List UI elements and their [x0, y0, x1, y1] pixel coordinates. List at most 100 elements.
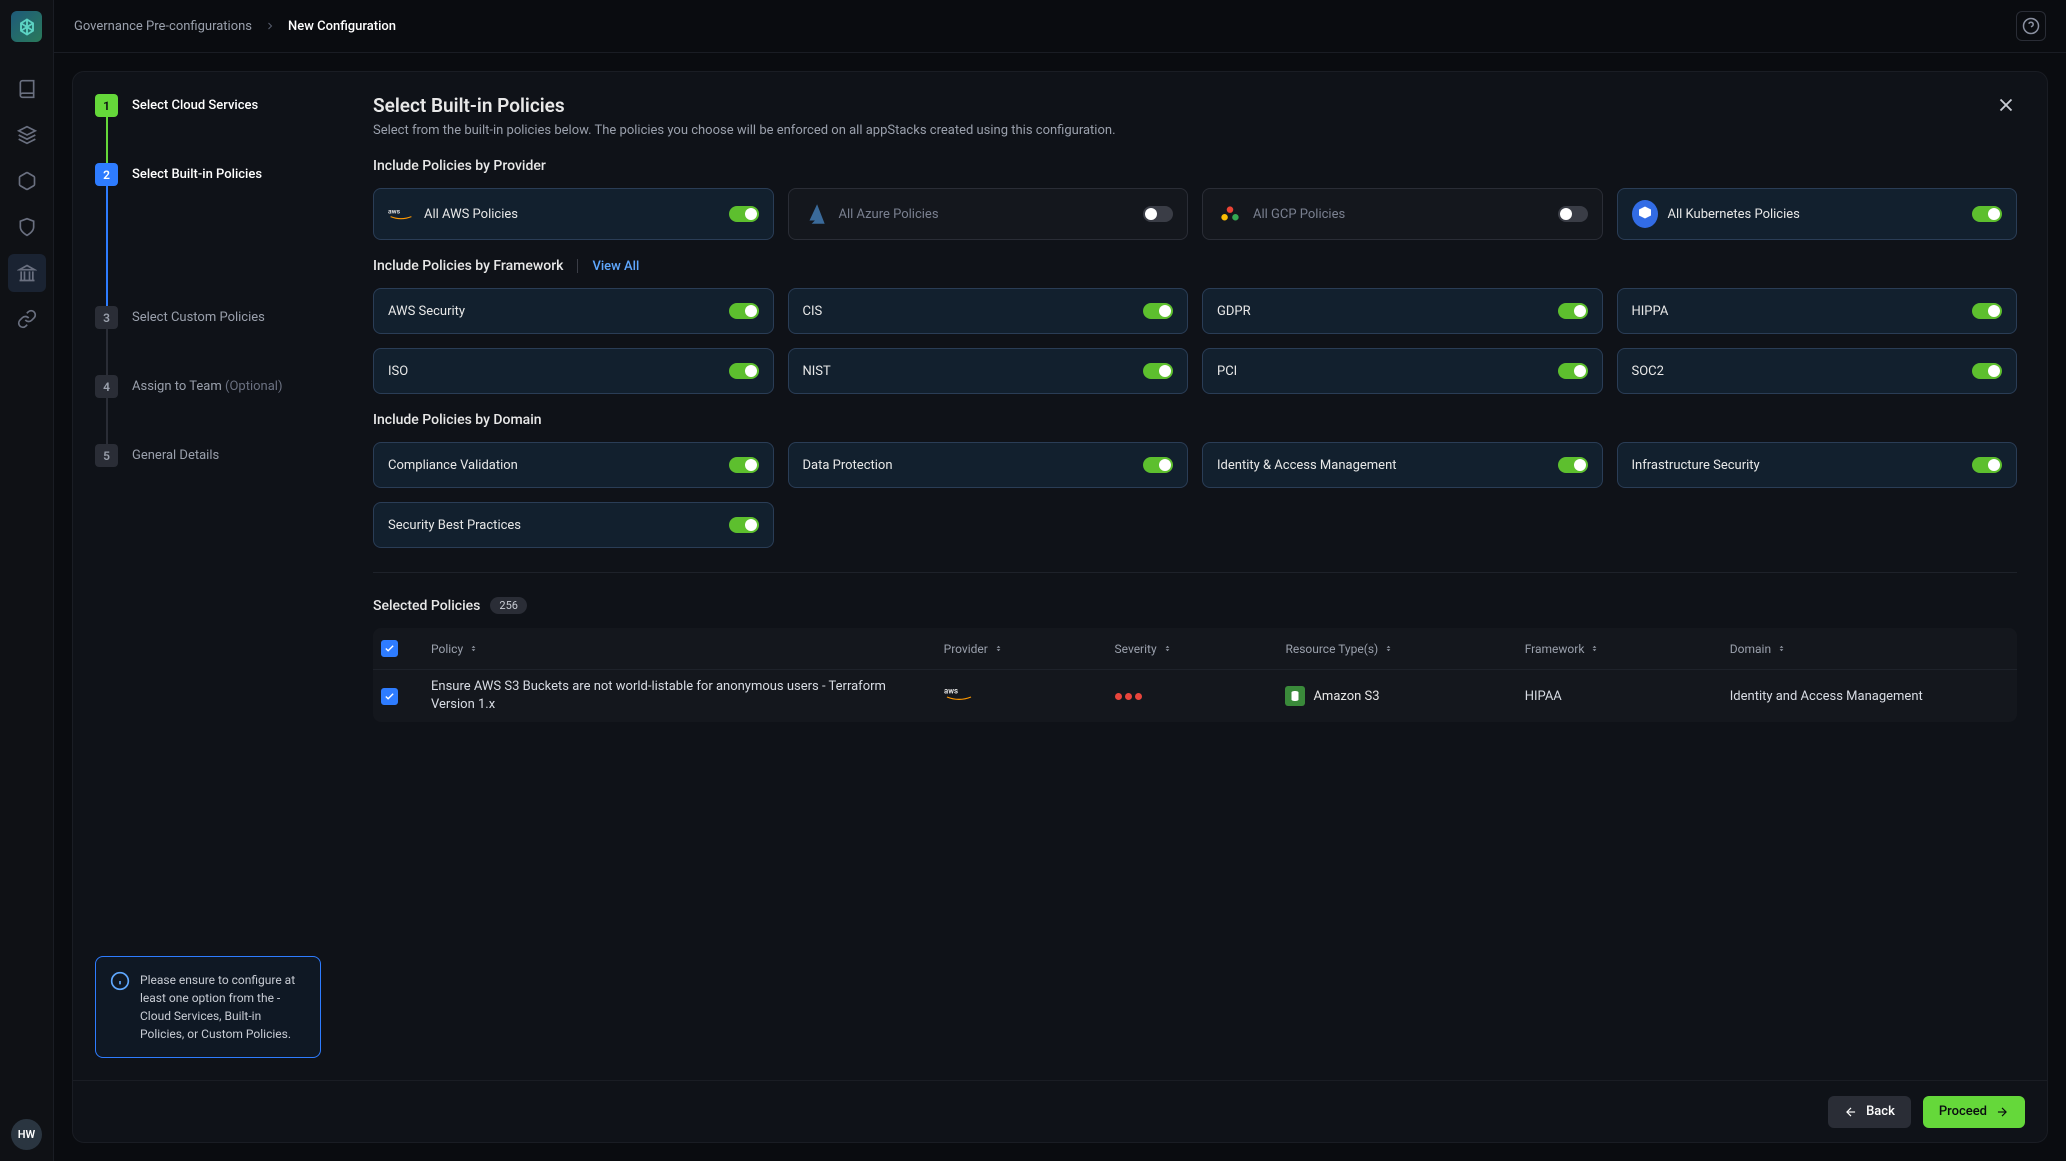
card-label: Identity & Access Management — [1217, 458, 1548, 473]
back-button[interactable]: Back — [1828, 1096, 1911, 1128]
card-label: Infrastructure Security — [1632, 458, 1963, 473]
toggle[interactable] — [1972, 303, 2002, 319]
step-2[interactable]: 2 Select Built-in Policies — [95, 163, 321, 186]
toggle[interactable] — [1143, 363, 1173, 379]
config-panel: 1 Select Cloud Services 2 Select Built-i… — [72, 71, 2048, 1143]
col-resource[interactable]: Resource Type(s) — [1285, 642, 1524, 656]
selected-title: Selected Policies — [373, 598, 480, 614]
azure-icon — [803, 201, 829, 227]
toggle[interactable] — [1143, 457, 1173, 473]
breadcrumb-current: New Configuration — [288, 19, 396, 34]
info-icon — [110, 971, 130, 991]
policy-name: Ensure AWS S3 Buckets are not world-list… — [431, 678, 944, 714]
policy-card[interactable]: CIS — [788, 288, 1189, 334]
section-provider: Include Policies by Provider — [373, 158, 2017, 174]
toggle[interactable] — [729, 517, 759, 533]
breadcrumb-parent[interactable]: Governance Pre-configurations — [74, 19, 252, 34]
toggle[interactable] — [1143, 206, 1173, 222]
s3-icon — [1285, 686, 1305, 706]
row-checkbox[interactable] — [381, 688, 398, 705]
col-policy[interactable]: Policy — [431, 642, 944, 656]
select-all-checkbox[interactable] — [381, 640, 398, 657]
col-domain[interactable]: Domain — [1730, 642, 1969, 656]
toggle[interactable] — [1558, 363, 1588, 379]
policy-card[interactable]: All GCP Policies — [1202, 188, 1603, 240]
policy-card[interactable]: NIST — [788, 348, 1189, 394]
sort-icon — [469, 644, 478, 653]
nav-shield-icon[interactable] — [8, 208, 46, 246]
toggle[interactable] — [729, 457, 759, 473]
toggle[interactable] — [1143, 303, 1173, 319]
toggle[interactable] — [1972, 206, 2002, 222]
toggle[interactable] — [1558, 457, 1588, 473]
nav-layers-icon[interactable] — [8, 116, 46, 154]
chevron-right-icon — [264, 20, 276, 32]
card-label: HIPPA — [1632, 304, 1963, 319]
topbar: Governance Pre-configurations New Config… — [54, 0, 2066, 53]
policy-card[interactable]: AWS Security — [373, 288, 774, 334]
card-label: CIS — [803, 304, 1134, 319]
help-button[interactable] — [2016, 11, 2046, 41]
k8s-icon — [1632, 201, 1658, 227]
step-list: 1 Select Cloud Services 2 Select Built-i… — [73, 72, 343, 1080]
policy-card[interactable]: SOC2 — [1617, 348, 2018, 394]
toggle[interactable] — [729, 363, 759, 379]
policy-card[interactable]: PCI — [1202, 348, 1603, 394]
step-3[interactable]: 3 Select Custom Policies — [95, 306, 321, 329]
close-button[interactable] — [1995, 94, 2017, 120]
policy-card[interactable]: Infrastructure Security — [1617, 442, 2018, 488]
policy-card[interactable]: Identity & Access Management — [1202, 442, 1603, 488]
card-label: AWS Security — [388, 304, 719, 319]
col-severity[interactable]: Severity — [1115, 642, 1286, 656]
card-label: All Kubernetes Policies — [1668, 207, 1963, 222]
card-label: SOC2 — [1632, 364, 1963, 379]
step-4[interactable]: 4 Assign to Team (Optional) — [95, 375, 321, 398]
step-1[interactable]: 1 Select Cloud Services — [95, 94, 321, 117]
policy-card[interactable]: awsAll AWS Policies — [373, 188, 774, 240]
card-label: Security Best Practices — [388, 518, 719, 533]
sidebar-nav: HW — [0, 0, 54, 1161]
panel-footer: Back Proceed — [73, 1080, 2047, 1142]
view-all-link[interactable]: View All — [592, 259, 639, 274]
policy-card[interactable]: Compliance Validation — [373, 442, 774, 488]
domain-cell: Identity and Access Management — [1730, 689, 1969, 704]
col-provider[interactable]: Provider — [944, 642, 1115, 656]
col-framework[interactable]: Framework — [1525, 642, 1730, 656]
policy-card[interactable]: HIPPA — [1617, 288, 2018, 334]
severity-dots — [1115, 693, 1286, 700]
policy-card[interactable]: All Kubernetes Policies — [1617, 188, 2018, 240]
card-label: All GCP Policies — [1253, 207, 1548, 222]
nav-hexagon-icon[interactable] — [8, 162, 46, 200]
proceed-button[interactable]: Proceed — [1923, 1096, 2025, 1128]
policy-card[interactable]: All Azure Policies — [788, 188, 1189, 240]
nav-link-icon[interactable] — [8, 300, 46, 338]
table-row: Ensure AWS S3 Buckets are not world-list… — [373, 670, 2017, 722]
step-5[interactable]: 5 General Details — [95, 444, 321, 467]
toggle[interactable] — [729, 206, 759, 222]
toggle[interactable] — [1558, 206, 1588, 222]
arrow-left-icon — [1844, 1105, 1858, 1119]
nav-book-icon[interactable] — [8, 70, 46, 108]
policy-card[interactable]: ISO — [373, 348, 774, 394]
breadcrumb: Governance Pre-configurations New Config… — [74, 19, 396, 34]
gcp-icon — [1217, 201, 1243, 227]
toggle[interactable] — [1558, 303, 1588, 319]
svg-text:aws: aws — [944, 687, 958, 696]
toggle[interactable] — [1972, 363, 2002, 379]
policy-card[interactable]: Data Protection — [788, 442, 1189, 488]
card-label: GDPR — [1217, 304, 1548, 319]
nav-governance-icon[interactable] — [8, 254, 46, 292]
app-logo[interactable] — [11, 11, 42, 42]
policy-card[interactable]: GDPR — [1202, 288, 1603, 334]
resource-cell: Amazon S3 — [1285, 686, 1524, 706]
card-label: ISO — [388, 364, 719, 379]
card-label: All AWS Policies — [424, 207, 719, 222]
framework-cell: HIPAA — [1525, 689, 1730, 704]
sort-icon — [994, 644, 1003, 653]
avatar[interactable]: HW — [11, 1119, 42, 1150]
policy-card[interactable]: Security Best Practices — [373, 502, 774, 548]
card-label: PCI — [1217, 364, 1548, 379]
toggle[interactable] — [729, 303, 759, 319]
sort-icon — [1777, 644, 1786, 653]
toggle[interactable] — [1972, 457, 2002, 473]
